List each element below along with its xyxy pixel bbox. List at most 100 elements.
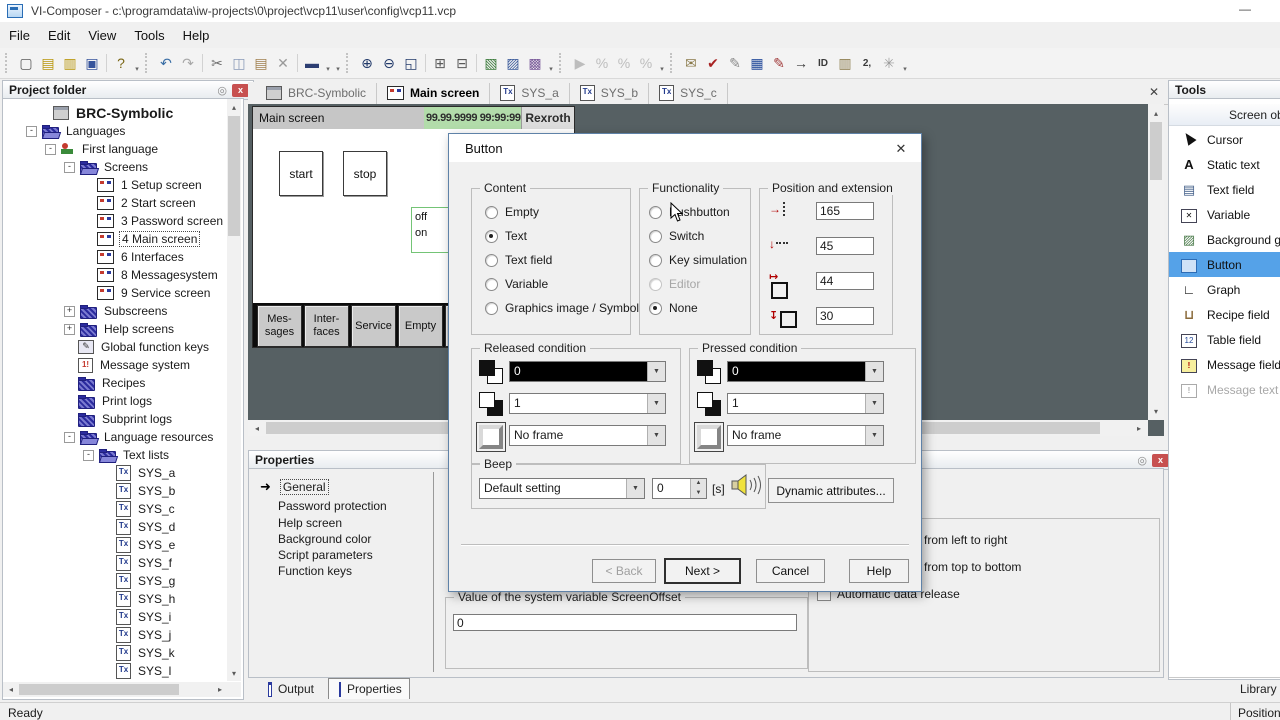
option-from-top-to-bottom[interactable]: from top to bottom — [905, 560, 1021, 574]
radio-icon[interactable] — [485, 253, 498, 267]
menu-file[interactable]: File — [0, 24, 39, 47]
collapse-tree-icon[interactable]: ⊟ — [451, 52, 473, 74]
doc-tab-brc-symbolic[interactable]: BRC-Symbolic — [256, 82, 378, 104]
tree-item-label[interactable]: Language resources — [102, 430, 215, 444]
id-editor-icon[interactable]: ID — [812, 52, 834, 74]
scroll-right-icon[interactable]: ▸ — [213, 683, 227, 696]
archive-icon[interactable]: ▥ — [834, 52, 856, 74]
radio-icon[interactable] — [485, 277, 498, 291]
functionality-option-key-simulation[interactable]: Key simulation — [649, 252, 747, 268]
link-icon[interactable]: 2, — [856, 52, 878, 74]
chevron-down-icon[interactable]: ▼ — [865, 394, 883, 413]
pressed-background-color-combo[interactable]: 1 ▼ — [727, 393, 884, 414]
page-label[interactable]: Password protection — [278, 499, 387, 513]
tree-item-label[interactable]: SYS_g — [136, 574, 177, 588]
beep-duration-spinner[interactable]: 0 ▲ ▼ — [652, 478, 707, 499]
tool-recipe-field[interactable]: ⊔ Recipe field — [1169, 302, 1280, 327]
display-select-dropdown-icon[interactable]: ▾ — [323, 51, 333, 75]
select-mode-icon[interactable]: → — [790, 52, 812, 74]
spin-up-icon[interactable]: ▲ — [691, 479, 706, 489]
tree-item-label[interactable]: Global function keys — [99, 340, 211, 354]
tool-button[interactable]: Button — [1169, 252, 1280, 277]
released-background-color-combo[interactable]: 1 ▼ — [509, 393, 666, 414]
tree-item-label[interactable]: 3 Password screen — [119, 214, 225, 228]
tree-item-label[interactable]: 9 Service screen — [119, 286, 212, 300]
tree-item-label[interactable]: Subscreens — [102, 304, 169, 318]
tree-item-sys-b[interactable]: SYS_b — [102, 482, 177, 500]
radio-icon[interactable] — [649, 301, 662, 315]
tree-item-label[interactable]: SYS_a — [136, 466, 177, 480]
tree-item-sys-g[interactable]: SYS_g — [102, 572, 177, 590]
copy-screen-icon[interactable]: ▨ — [502, 52, 524, 74]
pressed-foreground-color-combo[interactable]: 0 ▼ — [727, 361, 884, 382]
tree-item-label[interactable]: 1 Setup screen — [119, 178, 204, 192]
doc-tab-sys-c[interactable]: SYS_c — [649, 82, 728, 104]
tab-properties[interactable]: Properties — [328, 678, 410, 699]
tree-item-sys-k[interactable]: SYS_k — [102, 644, 177, 662]
collapse-icon[interactable]: - — [26, 125, 37, 137]
functionality-option-editor[interactable]: Editor — [649, 276, 700, 292]
doc-tab-sys-a[interactable]: SYS_a — [490, 82, 570, 104]
page-label[interactable]: Function keys — [278, 564, 352, 578]
hscroll-thumb[interactable] — [19, 684, 179, 695]
tree-item-recipes[interactable]: Recipes — [64, 374, 147, 392]
tree-item-sys-a[interactable]: SYS_a — [102, 464, 177, 482]
collapse-icon[interactable]: - — [45, 143, 56, 155]
screenoffset-input[interactable]: 0 — [453, 614, 797, 631]
page-label[interactable]: Help screen — [278, 516, 342, 530]
tree-item-brc-symbolic[interactable]: BRC-Symbolic — [39, 104, 175, 122]
open-project-icon[interactable]: ▥ — [59, 52, 81, 74]
tree-item-sys-c[interactable]: SYS_c — [102, 500, 177, 518]
tree-item-sys-h[interactable]: SYS_h — [102, 590, 177, 608]
tree-item-label[interactable]: Help screens — [102, 322, 176, 336]
tool-table-field[interactable]: 12 Table field — [1169, 327, 1280, 352]
draw-icon[interactable]: ✎ — [768, 52, 790, 74]
tree-item-sys-j[interactable]: SYS_j — [102, 626, 173, 644]
save-icon[interactable]: ▣ — [81, 52, 103, 74]
properties-page-general[interactable]: ➜ General — [260, 479, 329, 495]
dynamic-attributes-button[interactable]: Dynamic attributes... — [768, 478, 894, 503]
scroll-down-icon[interactable]: ▾ — [227, 666, 241, 680]
tool-graph[interactable]: ∟ Graph — [1169, 277, 1280, 302]
page-label[interactable]: Background color — [278, 532, 371, 546]
tree-item-9-service-screen[interactable]: 9 Service screen — [83, 284, 212, 302]
content-option-text-field[interactable]: Text field — [485, 252, 552, 268]
spellcheck-icon[interactable]: ✎ — [724, 52, 746, 74]
next-button[interactable]: Next > — [665, 559, 740, 583]
tree-item-6-interfaces[interactable]: 6 Interfaces — [83, 248, 186, 266]
canvas-scroll-left-icon[interactable]: ◂ — [250, 421, 264, 435]
tool-static-text[interactable]: A Static text — [1169, 152, 1280, 177]
menu-help[interactable]: Help — [174, 24, 219, 47]
menu-view[interactable]: View — [79, 24, 125, 47]
tree-item-label[interactable]: Print logs — [100, 394, 154, 408]
hmi-toggle-field[interactable]: off on — [411, 207, 449, 253]
screen-button-stop[interactable]: stop — [343, 151, 387, 196]
tree-item-label[interactable]: 2 Start screen — [119, 196, 198, 210]
tab-library[interactable]: Library — [1240, 682, 1277, 696]
tree-item-sys-l[interactable]: SYS_l — [102, 662, 173, 680]
vscroll-thumb[interactable] — [228, 116, 240, 236]
softkey-inter-faces[interactable]: Inter-faces — [304, 305, 349, 347]
tool-variable[interactable]: ✕ Variable — [1169, 202, 1280, 227]
page-label[interactable]: Script parameters — [278, 548, 373, 562]
pressed-frame-combo[interactable]: No frame ▼ — [727, 425, 884, 446]
properties-page-script-parameters[interactable]: Script parameters — [278, 548, 373, 562]
new-icon[interactable]: ▢ — [15, 52, 37, 74]
delete-icon[interactable]: ✕ — [272, 52, 294, 74]
tree-item-label[interactable]: SYS_j — [136, 628, 173, 642]
radio-icon[interactable] — [649, 253, 662, 267]
pin-icon[interactable]: ◎ — [1137, 454, 1147, 467]
doc-tab-main-screen[interactable]: Main screen — [377, 82, 491, 104]
new-screen-icon[interactable]: ▧ — [480, 52, 502, 74]
beep-setting-combo[interactable]: Default setting ▼ — [479, 478, 645, 499]
tree-item-label[interactable]: 4 Main screen — [119, 231, 201, 247]
help-button[interactable]: Help — [849, 559, 909, 583]
tree-item-label[interactable]: Languages — [64, 124, 127, 138]
functionality-option-switch[interactable]: Switch — [649, 228, 704, 244]
download-icon[interactable]: ✉ — [680, 52, 702, 74]
softkey-service[interactable]: Service — [351, 305, 396, 347]
collapse-icon[interactable]: - — [64, 431, 75, 443]
canvas-scroll-down-icon[interactable]: ▾ — [1149, 404, 1163, 418]
toolbar-overflow-icon[interactable]: ▾ — [132, 51, 142, 75]
height-input[interactable]: 30 — [816, 307, 874, 325]
